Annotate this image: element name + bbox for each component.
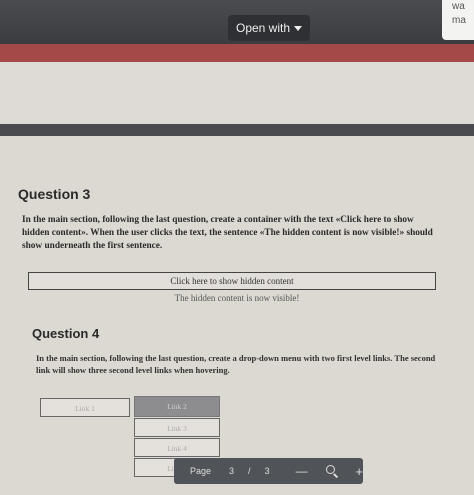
question-3-body: In the main section, following the last … — [22, 215, 433, 251]
zoom-out-button[interactable]: — — [296, 464, 308, 478]
question-4-body: In the main section, following the last … — [36, 353, 436, 375]
show-hidden-content-button[interactable]: Click here to show hidden content — [28, 272, 436, 290]
open-with-label: Open with — [235, 21, 291, 35]
question-3-title: Question 3 — [18, 186, 91, 202]
zoom-icon[interactable] — [325, 465, 338, 478]
page-top-margin — [0, 62, 474, 126]
page-navigation-bar: Page 3 / 3 — + — [174, 458, 363, 484]
open-with-button[interactable]: Open with — [228, 15, 310, 41]
page-divider — [0, 124, 474, 136]
menu-sublink-3[interactable]: Link 3 — [134, 418, 220, 437]
page-separator: / — [248, 466, 251, 476]
corner-popup[interactable]: wa ma — [442, 0, 474, 40]
menu-link-2[interactable]: Link 2 — [134, 396, 220, 417]
chevron-down-icon — [294, 25, 303, 31]
total-pages: 3 — [264, 466, 270, 476]
question-4-title: Question 4 — [32, 326, 100, 341]
current-page-number[interactable]: 3 — [229, 466, 234, 476]
page-label: Page — [190, 466, 212, 476]
zoom-in-button[interactable]: + — [355, 464, 363, 479]
menu-link-1[interactable]: Link 1 — [40, 398, 130, 417]
menu-sublink-4[interactable]: Link 4 — [134, 438, 220, 457]
corner-popup-line1: wa — [452, 1, 465, 12]
hidden-content-text: The hidden content is now visible! — [174, 293, 300, 303]
corner-popup-line2: ma — [452, 15, 466, 26]
header-band — [0, 44, 474, 62]
